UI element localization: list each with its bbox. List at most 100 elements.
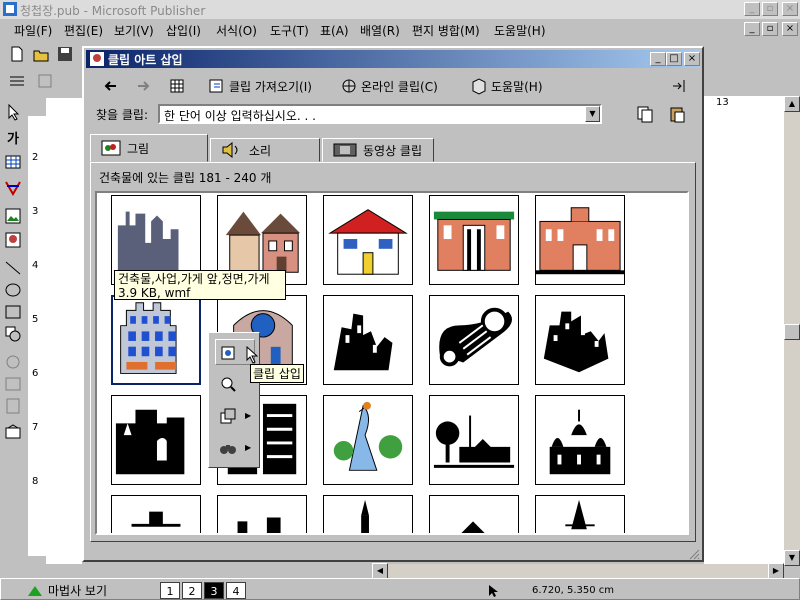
pointer-icon[interactable] <box>3 102 23 122</box>
ruler-label: 13 <box>716 97 729 108</box>
hotspot-icon[interactable] <box>3 352 23 372</box>
doc-minimize-button[interactable]: _ <box>744 22 760 36</box>
scroll-up-button[interactable]: ▲ <box>784 96 800 112</box>
clip-thumbnail[interactable] <box>111 495 201 533</box>
clip-thumbnail[interactable] <box>323 395 413 485</box>
search-input[interactable]: 한 단어 이상 입력하십시오. . . ▼ <box>158 104 602 124</box>
menu-tools[interactable]: 도구(T) <box>270 22 309 39</box>
search-dropdown-button[interactable]: ▼ <box>585 106 600 122</box>
help-button[interactable]: 도움말(H) <box>470 75 543 97</box>
tower-tree-clip <box>333 401 403 471</box>
text-frame-icon[interactable] <box>8 72 26 90</box>
tooltip-keywords: 건축물,사업,가게 앞,정면,가게 <box>118 272 270 286</box>
form-control-icon[interactable] <box>3 374 23 394</box>
tab-motion-clips[interactable]: 동영상 클립 <box>322 138 434 162</box>
clip-thumbnail[interactable] <box>217 495 307 533</box>
page-tab-2[interactable]: 2 <box>182 582 202 599</box>
ruler-label: 6 <box>32 368 39 379</box>
html-code-icon[interactable] <box>3 396 23 416</box>
page-horizontal-scrollbar[interactable]: ◀ ▶ <box>372 563 784 579</box>
picture-frame-icon[interactable] <box>3 206 23 226</box>
menu-insert[interactable]: 삽입(I) <box>166 22 201 39</box>
clip-grid-scrollbar[interactable]: ▲ ▼ <box>687 195 689 535</box>
line-tool-icon[interactable] <box>3 258 23 278</box>
all-categories-button[interactable] <box>168 75 186 97</box>
clip-thumbnail[interactable] <box>535 495 625 533</box>
page-tab-4[interactable]: 4 <box>226 582 246 599</box>
page-tab-1[interactable]: 1 <box>160 582 180 599</box>
custom-shapes-icon[interactable] <box>3 324 23 344</box>
clip-thumbnail[interactable] <box>429 295 519 385</box>
new-icon[interactable] <box>8 45 26 63</box>
scroll-right-button[interactable]: ▶ <box>768 563 784 579</box>
clip-thumbnail[interactable] <box>535 395 625 485</box>
preview-clip-button[interactable] <box>215 371 255 397</box>
scroll-up-button[interactable]: ▲ <box>687 195 689 211</box>
desert-town-clip <box>115 409 185 475</box>
back-button[interactable] <box>102 75 120 97</box>
doc-restore-button[interactable]: ▫ <box>762 22 778 36</box>
dialog-close-button[interactable]: × <box>684 52 700 66</box>
submenu-arrow-icon: ▶ <box>245 411 252 420</box>
scroll-down-button[interactable]: ▼ <box>687 519 689 535</box>
scroll-thumb[interactable] <box>784 324 800 340</box>
page-vertical-scrollbar[interactable]: ▲ ▼ <box>784 96 800 566</box>
clip-gallery-icon[interactable] <box>3 230 23 250</box>
scroll-left-button[interactable]: ◀ <box>372 563 388 579</box>
scroll-down-button[interactable]: ▼ <box>784 550 800 566</box>
clip-thumbnail[interactable] <box>323 495 413 533</box>
menu-edit[interactable]: 편집(E) <box>64 22 103 39</box>
dialog-titlebar[interactable]: 클립 아트 삽입 _ □ × <box>86 50 700 68</box>
dialog-minimize-button[interactable]: _ <box>650 52 666 66</box>
forward-button[interactable] <box>134 75 152 97</box>
tower-clip <box>565 499 595 530</box>
design-gallery-icon[interactable] <box>3 422 23 442</box>
tab-sounds[interactable]: 소리 <box>210 138 320 162</box>
menu-file[interactable]: 파일(F) <box>14 22 52 39</box>
open-icon[interactable] <box>32 45 50 63</box>
box-tool-icon[interactable] <box>3 302 23 322</box>
menu-help[interactable]: 도움말(H) <box>494 22 546 39</box>
clip-thumbnail[interactable] <box>323 195 413 285</box>
change-clip-size-button[interactable] <box>670 75 688 97</box>
clip-thumbnail[interactable] <box>429 195 519 285</box>
clip-thumbnail[interactable] <box>429 395 519 485</box>
add-to-category-button[interactable]: ▶ <box>215 403 255 429</box>
save-icon[interactable] <box>56 45 74 63</box>
menu-table[interactable]: 표(A) <box>320 22 349 39</box>
clip-thumbnail[interactable] <box>535 195 625 285</box>
publication-page-left[interactable] <box>46 114 82 564</box>
clip-thumbnail-selected[interactable] <box>111 295 201 385</box>
import-clips-button[interactable]: 클립 가져오기(I) <box>208 75 312 97</box>
page-tab-3[interactable]: 3 <box>204 582 224 599</box>
text-tool-icon[interactable]: 가 <box>3 128 23 148</box>
copy-icon[interactable] <box>636 105 654 123</box>
menu-view[interactable]: 보기(V) <box>114 22 154 39</box>
menu-arrange[interactable]: 배열(R) <box>360 22 400 39</box>
menu-mail-merge[interactable]: 편지 병합(M) <box>412 22 480 39</box>
find-similar-button[interactable]: ▶ <box>215 435 255 461</box>
minimize-button[interactable]: _ <box>744 2 760 16</box>
tab-pictures[interactable]: 그림 <box>90 134 208 162</box>
table-tool-icon[interactable] <box>3 152 23 172</box>
doc-close-button[interactable]: × <box>782 22 798 36</box>
publication-page-right[interactable] <box>704 112 784 564</box>
ruler-label: 7 <box>32 422 39 433</box>
oval-tool-icon[interactable] <box>3 280 23 300</box>
menu-format[interactable]: 서식(O) <box>216 22 257 39</box>
clip-thumbnail[interactable] <box>535 295 625 385</box>
results-title: 건축물에 있는 클립 181 - 240 개 <box>99 171 272 185</box>
dialog-maximize-button[interactable]: □ <box>666 52 682 66</box>
resize-grip-icon[interactable] <box>688 548 700 560</box>
clips-online-button[interactable]: 온라인 클립(C) <box>340 75 438 97</box>
wizard-toggle[interactable]: 마법사 보기 <box>28 582 107 599</box>
clip-thumbnail[interactable] <box>323 295 413 385</box>
clip-thumbnail[interactable] <box>429 495 519 533</box>
paste-icon[interactable] <box>668 105 686 123</box>
close-button[interactable]: × <box>782 2 798 16</box>
scroll-thumb[interactable] <box>687 381 689 441</box>
restore-button[interactable]: ▫ <box>762 2 778 16</box>
properties-icon[interactable] <box>36 72 54 90</box>
clip-thumbnail[interactable] <box>111 395 201 485</box>
wordart-icon[interactable] <box>3 178 23 198</box>
